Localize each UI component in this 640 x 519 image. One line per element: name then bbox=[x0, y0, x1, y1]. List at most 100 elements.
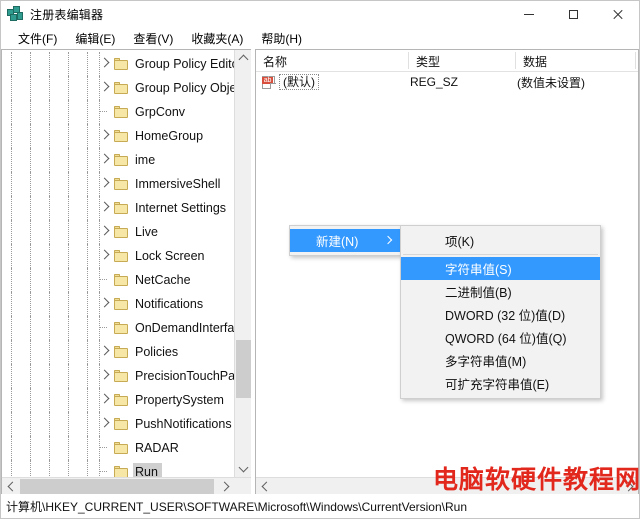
column-header-data[interactable]: 数据 bbox=[516, 50, 636, 71]
tree-expand-toggle[interactable] bbox=[97, 124, 114, 148]
tree-scroll-down-button[interactable] bbox=[235, 460, 251, 477]
column-header-name[interactable]: 名称 bbox=[256, 50, 409, 71]
tree-indent-guide bbox=[78, 52, 97, 76]
list-scroll-left-button[interactable] bbox=[256, 478, 273, 494]
chevron-left-icon bbox=[7, 481, 17, 492]
tree-indent-guide bbox=[2, 172, 21, 196]
tree-indent-guide bbox=[40, 460, 59, 477]
tree-item-netcache[interactable]: NetCache bbox=[2, 268, 234, 292]
tree-item-immersiveshell[interactable]: ImmersiveShell bbox=[2, 172, 234, 196]
chevron-right-icon bbox=[99, 297, 110, 308]
tree-indent-guide bbox=[78, 412, 97, 436]
minimize-button[interactable] bbox=[507, 1, 551, 27]
tree-item-homegroup[interactable]: HomeGroup bbox=[2, 124, 234, 148]
context-submenu-new[interactable]: 项(K) 字符串值(S) 二进制值(B) DWORD (32 位)值(D) QWORD … bbox=[400, 225, 601, 399]
tree-item-run[interactable]: Run bbox=[2, 460, 234, 477]
tree-item-radar[interactable]: RADAR bbox=[2, 436, 234, 460]
tree-viewport: Group Policy Editor Group Policy Objec Grp… bbox=[2, 50, 234, 477]
submenu-item-0[interactable]: 项(K) bbox=[401, 229, 600, 252]
tree-vertical-scroll-thumb[interactable] bbox=[236, 340, 251, 398]
tree-item-policies[interactable]: Policies bbox=[2, 340, 234, 364]
menu-edit[interactable]: 编辑(E) bbox=[66, 28, 124, 49]
tree-indent-guide bbox=[59, 292, 78, 316]
close-button[interactable] bbox=[595, 1, 639, 27]
tree-expand-toggle[interactable] bbox=[97, 364, 114, 388]
tree-indent-guide bbox=[21, 124, 40, 148]
tree-expand-toggle[interactable] bbox=[97, 76, 114, 100]
tree-expand-toggle[interactable] bbox=[97, 244, 114, 268]
tree-indent-guide bbox=[40, 100, 59, 124]
tree-indent-guide bbox=[2, 340, 21, 364]
tree-indent-guide bbox=[2, 436, 21, 460]
tree-indent-guide bbox=[21, 292, 40, 316]
tree-expand-toggle[interactable] bbox=[97, 196, 114, 220]
tree-vertical-scrollbar[interactable] bbox=[234, 50, 251, 477]
tree-expand-toggle[interactable] bbox=[97, 148, 114, 172]
tree-horizontal-scroll-thumb[interactable] bbox=[20, 479, 214, 494]
folder-icon bbox=[114, 322, 128, 334]
tree-expand-toggle[interactable] bbox=[97, 340, 114, 364]
tree-indent-guide bbox=[2, 124, 21, 148]
tree-leaf-connector bbox=[97, 316, 114, 340]
context-menu[interactable]: 新建(N) bbox=[289, 225, 401, 256]
folder-icon bbox=[114, 82, 128, 94]
maximize-button[interactable] bbox=[551, 1, 595, 27]
chevron-right-icon bbox=[99, 249, 110, 260]
tree-scroll-up-button[interactable] bbox=[235, 50, 251, 67]
table-row[interactable]: ab (默认) REG_SZ (数值未设置) bbox=[256, 72, 638, 92]
tree-expand-toggle[interactable] bbox=[97, 172, 114, 196]
tree-indent-guide bbox=[59, 436, 78, 460]
tree-item-label: PropertySystem bbox=[135, 392, 224, 407]
tree-item-ime[interactable]: ime bbox=[2, 148, 234, 172]
tree-indent-guide bbox=[2, 292, 21, 316]
tree-indent-guide bbox=[78, 364, 97, 388]
menu-help[interactable]: 帮助(H) bbox=[252, 28, 311, 49]
chevron-left-icon bbox=[261, 481, 271, 492]
tree-indent-guide bbox=[78, 124, 97, 148]
tree-item-group-policy-editor[interactable]: Group Policy Editor bbox=[2, 52, 234, 76]
list-header: 名称 类型 数据 bbox=[256, 50, 638, 72]
tree-item-label: HomeGroup bbox=[135, 128, 204, 143]
menu-favorites[interactable]: 收藏夹(A) bbox=[182, 28, 252, 49]
tree-indent-guide bbox=[59, 76, 78, 100]
menu-file[interactable]: 文件(F) bbox=[9, 28, 66, 49]
menu-view[interactable]: 查看(V) bbox=[124, 28, 182, 49]
tree-item-internet-settings[interactable]: Internet Settings bbox=[2, 196, 234, 220]
tree-horizontal-scrollbar[interactable] bbox=[2, 477, 251, 494]
tree-scroll-left-button[interactable] bbox=[2, 478, 19, 494]
submenu-item-4[interactable]: QWORD (64 位)值(Q) bbox=[401, 326, 600, 349]
submenu-item-3[interactable]: DWORD (32 位)值(D) bbox=[401, 303, 600, 326]
tree-item-live[interactable]: Live bbox=[2, 220, 234, 244]
tree-item-precisiontouchpad[interactable]: PrecisionTouchPad bbox=[2, 364, 234, 388]
close-icon bbox=[612, 9, 623, 20]
context-menu-item-new[interactable]: 新建(N) bbox=[290, 229, 400, 252]
tree-item-pushnotifications[interactable]: PushNotifications bbox=[2, 412, 234, 436]
tree-item-lock-screen[interactable]: Lock Screen bbox=[2, 244, 234, 268]
string-value-icon: ab bbox=[261, 75, 276, 89]
tree-item-grpconv[interactable]: GrpConv bbox=[2, 100, 234, 124]
tree-indent-guide bbox=[78, 436, 97, 460]
submenu-item-label: DWORD (32 位)值(D) bbox=[445, 309, 566, 323]
tree-leaf-connector bbox=[97, 436, 114, 460]
submenu-item-1[interactable]: 字符串值(S) bbox=[401, 257, 600, 280]
menu-separator bbox=[403, 254, 598, 255]
submenu-item-6[interactable]: 可扩充字符串值(E) bbox=[401, 372, 600, 395]
tree-expand-toggle[interactable] bbox=[97, 292, 114, 316]
tree-expand-toggle[interactable] bbox=[97, 388, 114, 412]
tree-item-notifications[interactable]: Notifications bbox=[2, 292, 234, 316]
tree-item-propertysystem[interactable]: PropertySystem bbox=[2, 388, 234, 412]
submenu-item-5[interactable]: 多字符串值(M) bbox=[401, 349, 600, 372]
tree-item-label: Group Policy Editor bbox=[135, 56, 234, 71]
tree-indent-guide bbox=[40, 292, 59, 316]
tree-item-label: ime bbox=[135, 152, 156, 167]
tree-scroll-right-button[interactable] bbox=[217, 478, 234, 494]
tree-expand-toggle[interactable] bbox=[97, 52, 114, 76]
tree-item-ondemandinterface[interactable]: OnDemandInterface bbox=[2, 316, 234, 340]
submenu-item-2[interactable]: 二进制值(B) bbox=[401, 280, 600, 303]
tree-indent-guide bbox=[2, 220, 21, 244]
chevron-right-icon bbox=[99, 81, 110, 92]
tree-item-group-policy-objec[interactable]: Group Policy Objec bbox=[2, 76, 234, 100]
tree-expand-toggle[interactable] bbox=[97, 220, 114, 244]
column-header-type[interactable]: 类型 bbox=[409, 50, 516, 71]
tree-expand-toggle[interactable] bbox=[97, 412, 114, 436]
